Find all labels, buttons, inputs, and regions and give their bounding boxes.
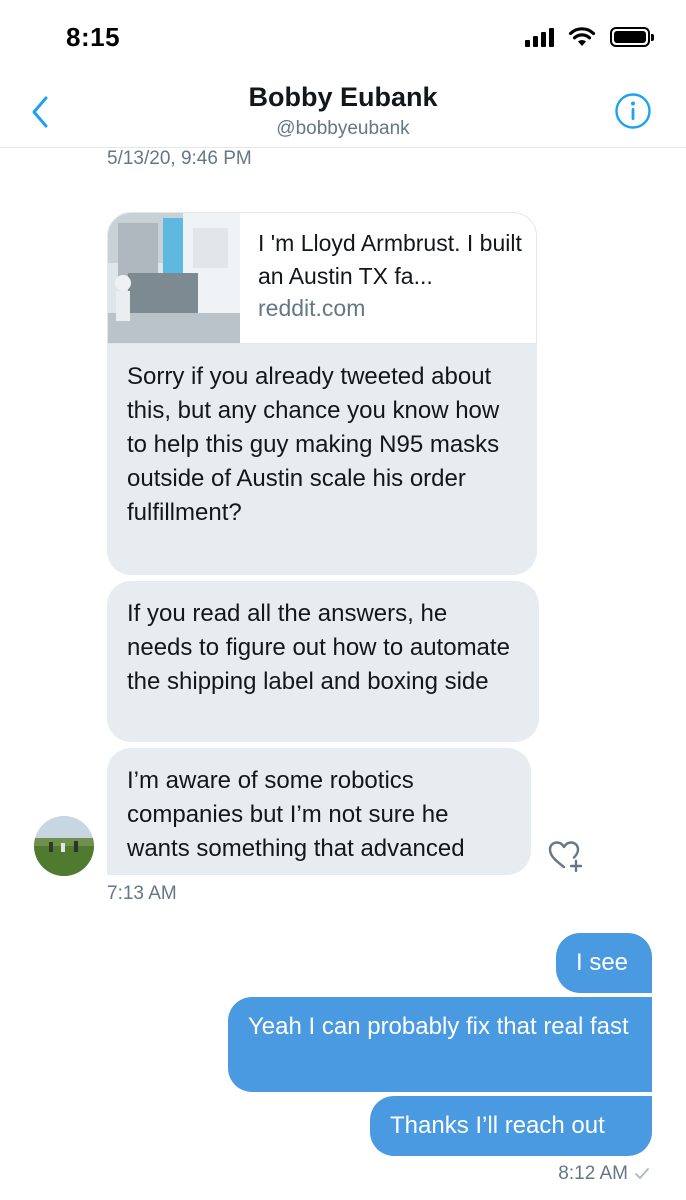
conversation-header: Bobby Eubank @bobbyeubank — [0, 78, 686, 148]
message-text: Yeah I can probably fix that real fast — [248, 1013, 629, 1040]
link-thumbnail — [108, 213, 240, 343]
signal-icon — [525, 27, 554, 47]
outgoing-message[interactable]: Thanks I’ll reach out — [370, 1096, 652, 1156]
outgoing-message[interactable]: I see — [556, 933, 652, 993]
incoming-message[interactable]: If you read all the answers, he needs to… — [107, 581, 539, 742]
message-text: Sorry if you already tweeted about this,… — [127, 363, 500, 526]
link-domain: reddit.com — [258, 295, 366, 321]
wifi-icon — [568, 27, 596, 46]
message-text: If you read all the answers, he needs to… — [127, 600, 510, 695]
link-title: I 'm Lloyd Armbrust. I built an Austin T… — [258, 230, 522, 289]
outgoing-timestamp: 8:12 AM — [558, 1163, 650, 1185]
read-check-icon — [635, 1168, 649, 1179]
incoming-timestamp: 7:13 AM — [107, 883, 177, 904]
date-stamp: 5/13/20, 9:46 PM — [107, 148, 252, 169]
contact-name[interactable]: Bobby Eubank — [0, 82, 686, 113]
message-text: Thanks I’ll reach out — [390, 1112, 605, 1139]
incoming-message[interactable]: Sorry if you already tweeted about this,… — [107, 344, 537, 575]
message-text: I’m aware of some robotics companies but… — [127, 767, 465, 862]
contact-handle: @bobbyeubank — [276, 118, 410, 139]
battery-icon — [610, 27, 654, 47]
message-text: I see — [576, 949, 629, 976]
outgoing-message[interactable]: Yeah I can probably fix that real fast — [228, 997, 652, 1092]
avatar[interactable] — [34, 816, 94, 876]
link-preview-card[interactable]: I 'm Lloyd Armbrust. I built an Austin T… — [107, 212, 537, 344]
status-icons — [525, 26, 654, 48]
status-bar: 8:15 — [0, 0, 686, 78]
outgoing-time-text: 8:12 AM — [558, 1163, 628, 1184]
heart-add-icon[interactable] — [546, 836, 586, 876]
status-time: 8:15 — [66, 22, 121, 52]
info-icon[interactable] — [614, 92, 652, 130]
incoming-message[interactable]: I’m aware of some robotics companies but… — [107, 748, 531, 875]
